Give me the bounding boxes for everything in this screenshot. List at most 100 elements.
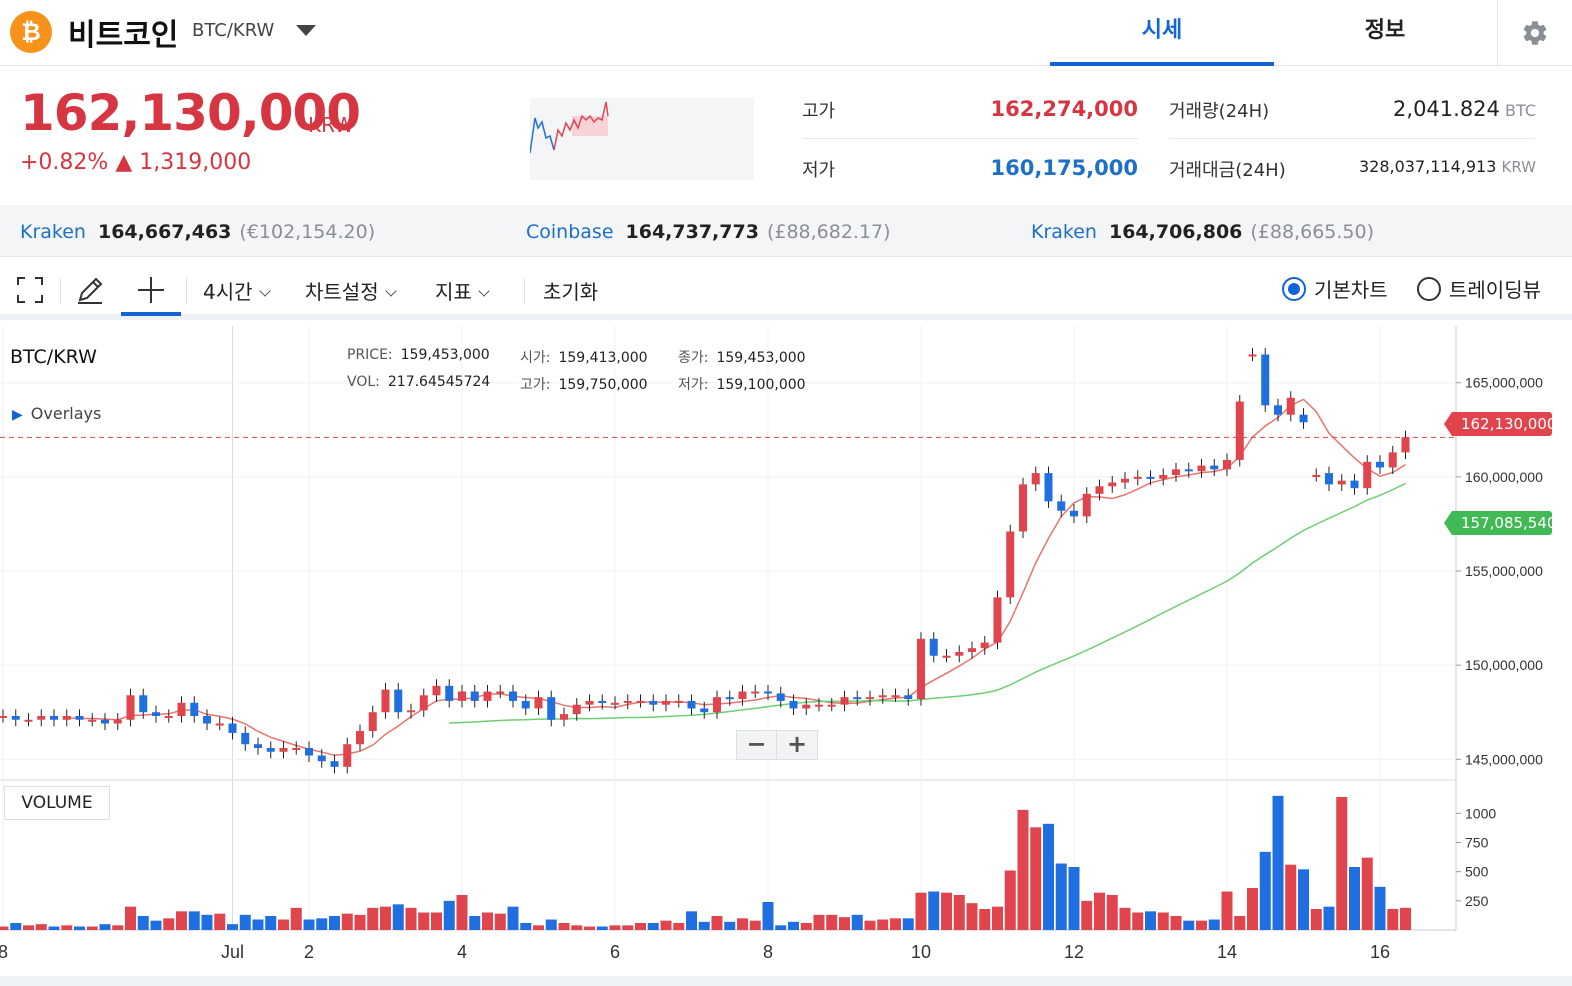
- candle-body: [483, 691, 492, 701]
- indicators-dropdown[interactable]: 지표: [435, 276, 490, 305]
- overlays-toggle[interactable]: ▶ Overlays: [12, 404, 101, 423]
- volume-24h-value: 2,041.824: [1393, 97, 1500, 121]
- candle-body: [177, 702, 186, 716]
- volume-bar: [10, 923, 22, 930]
- volume-24h-label: 거래량(24H): [1169, 101, 1270, 122]
- toolbar-divider: [60, 278, 61, 304]
- basic-chart-radio[interactable]: 기본차트: [1282, 274, 1388, 303]
- exchange-item[interactable]: Coinbase 164,737,773 (£88,682.17): [526, 221, 891, 243]
- reset-button[interactable]: 초기화: [543, 276, 598, 305]
- tab-info[interactable]: 정보: [1274, 0, 1496, 66]
- chart-pair-label: BTC/KRW: [10, 346, 97, 368]
- tradingview-radio[interactable]: 트레이딩뷰: [1417, 274, 1541, 303]
- candle-body: [432, 685, 441, 696]
- volume-bar: [316, 918, 328, 930]
- crosshair-button[interactable]: [131, 270, 171, 310]
- volume-bar: [979, 909, 991, 930]
- x-tick-label: 12: [1064, 942, 1084, 962]
- volume-bar: [1336, 797, 1348, 930]
- stat-divider: [1169, 138, 1535, 139]
- y-tick-label: 145,000,000: [1465, 751, 1543, 767]
- candle-body: [980, 642, 989, 649]
- y-tick-label: 165,000,000: [1465, 375, 1543, 391]
- candle-body: [1350, 480, 1359, 489]
- volume-bar: [1004, 870, 1016, 930]
- volume-tick-label: 250: [1465, 893, 1489, 909]
- low-value: 160,175,000: [990, 156, 1138, 180]
- candle-body: [1184, 469, 1193, 472]
- volume-bar: [125, 906, 136, 930]
- candle-body: [126, 695, 135, 720]
- volume-bar: [86, 926, 98, 930]
- candle-body: [1401, 437, 1410, 453]
- candle-body: [368, 712, 377, 732]
- volume-bar: [1043, 823, 1054, 930]
- ohlc-value: 159,453,000: [716, 350, 806, 366]
- volume-bar: [596, 926, 608, 930]
- volume-label: VOLUME: [4, 786, 110, 820]
- candle-body: [560, 714, 568, 720]
- candle-body: [598, 700, 607, 703]
- volume-bar: [1081, 900, 1093, 930]
- volume-bar: [928, 891, 940, 930]
- volume-bar: [1259, 851, 1271, 930]
- settings-button[interactable]: [1497, 0, 1572, 66]
- x-tick-label: Jul: [221, 942, 244, 962]
- exchange-ref-price: (£88,665.50): [1250, 221, 1375, 243]
- volume-bar: [188, 911, 200, 930]
- candle-body: [521, 700, 530, 709]
- candle-body: [764, 691, 772, 694]
- candle-body: [381, 689, 390, 713]
- volume-bar: [647, 923, 659, 930]
- zoom-in-button[interactable]: +: [777, 731, 817, 759]
- volume-bar: [278, 919, 289, 930]
- zoom-out-button[interactable]: −: [737, 731, 778, 759]
- volume-bar: [354, 914, 366, 930]
- exchange-item[interactable]: Kraken 164,706,806 (£88,665.50): [1031, 221, 1374, 243]
- volume-bar: [150, 920, 162, 930]
- volume-bar: [1285, 864, 1297, 930]
- ohlc-volume: VOL: 217.64545724: [347, 374, 490, 390]
- bottom-scroll-bar[interactable]: [0, 976, 1572, 986]
- draw-button[interactable]: [70, 270, 110, 310]
- exchange-price: 164,737,773: [625, 221, 759, 243]
- fullscreen-icon: [17, 277, 43, 303]
- tab-quote[interactable]: 시세: [1050, 0, 1274, 66]
- fullscreen-button[interactable]: [10, 270, 50, 310]
- candle-body: [215, 723, 224, 726]
- candle-body: [458, 691, 466, 701]
- candle-body: [279, 747, 288, 752]
- exchange-ref-price: (€102,154.20): [239, 221, 376, 243]
- chevron-down-icon: [478, 285, 490, 297]
- candle-body: [1146, 476, 1155, 479]
- amount-24h-value: 328,037,114,913: [1359, 157, 1497, 176]
- candle-body: [815, 704, 823, 707]
- candle-body: [88, 719, 97, 722]
- exchange-name: Coinbase: [526, 221, 614, 243]
- coin-select-chevron-down-icon[interactable]: [296, 25, 316, 36]
- crosshair-icon: [138, 277, 164, 303]
- exchange-item[interactable]: Kraken 164,667,463 (€102,154.20): [20, 221, 375, 243]
- volume-bar: [1183, 920, 1195, 930]
- price-sparkline: [529, 98, 754, 180]
- chart-settings-dropdown[interactable]: 차트설정: [305, 276, 397, 305]
- price-chart[interactable]: 8 Jul 2 4 6 8 10 12 14 16 145,000,000 150,000,000 15…: [0, 326, 1572, 976]
- volume-bar: [1234, 916, 1246, 930]
- x-tick-label: 4: [457, 942, 467, 962]
- volume-bar: [239, 914, 251, 930]
- top-header: ₿ 비트코인 BTC/KRW 시세 정보: [0, 0, 1572, 66]
- volume-bar: [1068, 867, 1080, 930]
- candle-body: [636, 700, 645, 703]
- candle-body: [1031, 473, 1040, 485]
- volume-bar: [1030, 827, 1042, 930]
- volume-bar: [1106, 895, 1118, 930]
- candle-body: [623, 700, 632, 703]
- interval-dropdown[interactable]: 4시간: [203, 276, 271, 305]
- volume-bar: [303, 919, 315, 930]
- volume-bar: [813, 914, 825, 930]
- candle-body: [254, 744, 262, 748]
- ohlc-key: 시가:: [520, 350, 551, 366]
- volume-bar: [890, 918, 901, 930]
- volume-bar: [1310, 909, 1322, 930]
- bitcoin-logo-icon: ₿: [10, 11, 52, 53]
